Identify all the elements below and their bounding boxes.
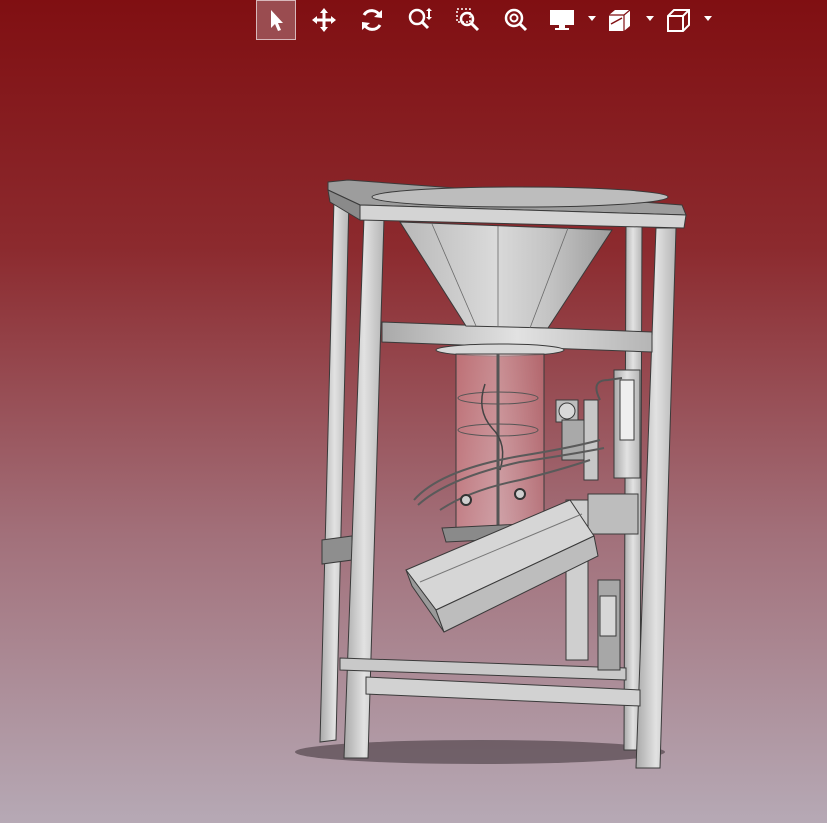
- 3d-viewport[interactable]: [0, 0, 827, 823]
- hopper-cone: [399, 221, 613, 329]
- 3d-model[interactable]: [0, 0, 827, 823]
